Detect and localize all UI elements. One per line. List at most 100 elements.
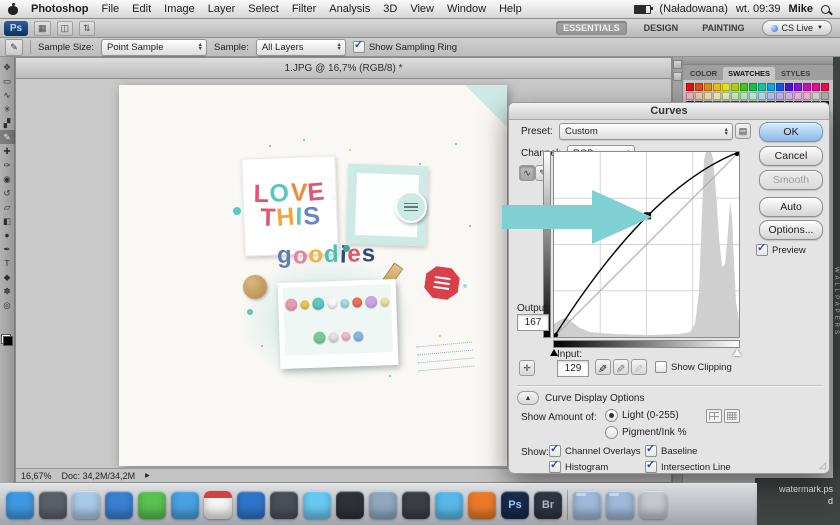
swatch[interactable] xyxy=(803,83,811,91)
dock-icon[interactable] xyxy=(573,490,601,519)
apple-icon[interactable] xyxy=(8,4,18,15)
tool-button[interactable]: ● xyxy=(0,228,15,242)
menu-item[interactable]: 3D xyxy=(383,3,397,15)
swatch[interactable] xyxy=(767,92,775,100)
dock-icon[interactable] xyxy=(639,490,667,519)
on-image-adjustment-icon[interactable]: ✛ xyxy=(519,360,535,376)
swatch[interactable] xyxy=(740,92,748,100)
show-sampling-ring-checkbox[interactable]: ✓ Show Sampling Ring xyxy=(352,39,457,53)
swatch[interactable] xyxy=(749,92,757,100)
swatch[interactable] xyxy=(758,92,766,100)
swatch[interactable] xyxy=(767,83,775,91)
swatch[interactable] xyxy=(812,83,820,91)
dock-icon[interactable] xyxy=(237,490,265,519)
show-option-checkbox[interactable]: ✓ Intersection Line xyxy=(645,459,741,473)
options-button[interactable]: Options... xyxy=(759,220,823,240)
dock-icon[interactable] xyxy=(435,490,463,519)
panel-icon[interactable] xyxy=(673,72,682,81)
menu-item[interactable]: Select xyxy=(248,3,279,15)
tool-button[interactable]: ✎ xyxy=(0,130,15,144)
dock-icon[interactable] xyxy=(39,490,67,519)
dock-icon[interactable] xyxy=(336,490,364,519)
color-chips[interactable] xyxy=(1,330,13,346)
swatch[interactable] xyxy=(722,92,730,100)
swatch[interactable] xyxy=(776,83,784,91)
swatch[interactable] xyxy=(776,92,784,100)
dock-icon[interactable] xyxy=(138,490,166,519)
tool-button[interactable]: ▞ xyxy=(0,116,15,130)
menu-clock[interactable]: wt. 09:39 xyxy=(736,3,781,15)
swatch[interactable] xyxy=(758,83,766,91)
swatch[interactable] xyxy=(713,92,721,100)
menu-item[interactable]: Image xyxy=(164,3,195,15)
cancel-button[interactable]: Cancel xyxy=(759,146,823,166)
dock-icon[interactable] xyxy=(606,490,634,519)
show-clipping-checkbox[interactable]: ✓ Show Clipping xyxy=(655,361,732,373)
white-point-slider[interactable] xyxy=(733,349,741,356)
panel-tab[interactable]: STYLES xyxy=(776,67,815,80)
black-point-eyedropper-icon[interactable]: ✐ xyxy=(595,359,611,375)
tool-button[interactable]: ↺ xyxy=(0,186,15,200)
dock-icon[interactable] xyxy=(303,490,331,519)
document-tab-title[interactable]: 1.JPG @ 16,7% (RGB/8) * xyxy=(16,58,671,79)
ok-button[interactable]: OK xyxy=(759,122,823,142)
swatch[interactable] xyxy=(794,83,802,91)
smooth-button[interactable]: Smooth xyxy=(759,170,823,190)
white-point-eyedropper-icon[interactable]: ✐ xyxy=(631,359,647,375)
menu-item[interactable]: Edit xyxy=(132,3,151,15)
swatch[interactable] xyxy=(821,92,829,100)
swatch[interactable] xyxy=(794,92,802,100)
show-option-checkbox[interactable]: ✓ Channel Overlays xyxy=(549,443,645,457)
preview-checkbox[interactable]: ✓ Preview xyxy=(756,242,806,256)
show-option-checkbox[interactable]: ✓ Histogram xyxy=(549,459,645,473)
doc-size-indicator[interactable]: Doc: 34,2M/34,2M xyxy=(62,471,136,481)
tool-button[interactable]: ∿ xyxy=(0,88,15,102)
dock-icon[interactable]: Ps xyxy=(501,490,529,519)
spotlight-icon[interactable] xyxy=(821,4,830,14)
menu-item[interactable]: Layer xyxy=(208,3,236,15)
zoom-field[interactable]: 16,67% xyxy=(21,471,52,481)
menu-item[interactable]: Analysis xyxy=(329,3,370,15)
swatch[interactable] xyxy=(704,83,712,91)
dock-icon[interactable] xyxy=(402,490,430,519)
simple-grid-icon[interactable] xyxy=(706,409,722,423)
tool-button[interactable]: ✚ xyxy=(0,144,15,158)
dock-icon[interactable] xyxy=(468,490,496,519)
dock-icon[interactable] xyxy=(171,490,199,519)
dock-icon[interactable]: Br xyxy=(534,490,562,519)
sample-dropdown[interactable]: All Layers ▲ ▼ xyxy=(255,38,346,56)
tool-button[interactable]: T xyxy=(0,256,15,270)
dock-icon[interactable] xyxy=(105,490,133,519)
swatch[interactable] xyxy=(749,83,757,91)
background-color-chip[interactable] xyxy=(3,336,13,346)
swatch[interactable] xyxy=(785,83,793,91)
current-tool-eyedropper-icon[interactable]: ✎ xyxy=(5,38,23,56)
edit-points-tool-icon[interactable]: ∿ xyxy=(519,165,535,181)
dock-icon[interactable] xyxy=(6,490,34,519)
tool-button[interactable]: ✑ xyxy=(0,158,15,172)
swatch[interactable] xyxy=(713,83,721,91)
amount-radio[interactable]: Light (0-255) xyxy=(605,409,686,422)
detailed-grid-icon[interactable] xyxy=(724,409,740,423)
tool-button[interactable]: ◧ xyxy=(0,214,15,228)
menu-item[interactable]: Filter xyxy=(292,3,316,15)
amount-radio[interactable]: Pigment/Ink % xyxy=(605,426,686,439)
menu-item[interactable]: Help xyxy=(499,3,522,15)
input-value-field[interactable]: 129 xyxy=(557,360,589,377)
swatch[interactable] xyxy=(740,83,748,91)
panel-icon[interactable] xyxy=(673,60,682,69)
swatch[interactable] xyxy=(704,92,712,100)
zoom-level-icon[interactable]: ◫ xyxy=(56,20,74,36)
status-arrow-icon[interactable]: ▶ xyxy=(145,472,150,479)
show-option-checkbox[interactable]: ✓ Baseline xyxy=(645,443,741,457)
tool-button[interactable]: ◆ xyxy=(0,270,15,284)
arrange-documents-icon[interactable]: ⇅ xyxy=(79,20,95,36)
auto-button[interactable]: Auto xyxy=(759,197,823,217)
tool-button[interactable]: ◎ xyxy=(0,298,15,312)
dock-icon[interactable] xyxy=(270,490,298,519)
menu-item[interactable]: File xyxy=(101,3,119,15)
dock-icon[interactable] xyxy=(72,490,100,519)
tool-button[interactable]: ▱ xyxy=(0,200,15,214)
swatch[interactable] xyxy=(803,92,811,100)
swatch[interactable] xyxy=(821,83,829,91)
